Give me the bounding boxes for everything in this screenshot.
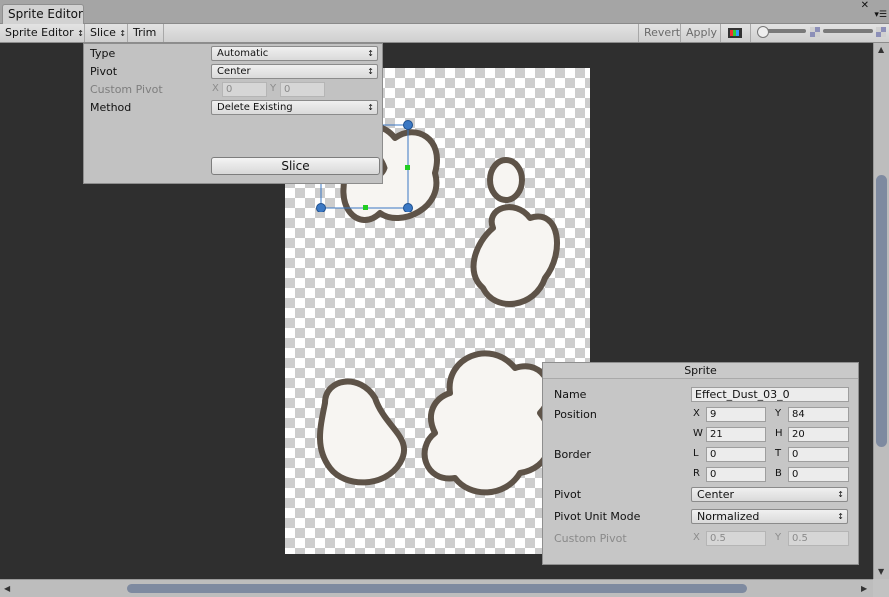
pivot-dropdown[interactable]: Center ↕ — [691, 487, 848, 502]
pivot-handle[interactable] — [363, 205, 368, 210]
position-label: Position — [554, 408, 597, 421]
slice-menu-button[interactable]: Slice ↕ — [85, 24, 128, 42]
w-axis-label: W — [693, 428, 703, 439]
x-field[interactable]: 9 — [706, 407, 766, 422]
method-dropdown[interactable]: Delete Existing ↕ — [211, 100, 378, 115]
pivot-unit-value: Normalized — [697, 510, 760, 523]
custom-pivot-x-field: 0 — [222, 82, 267, 97]
trim-button[interactable]: Trim — [128, 24, 164, 42]
updown-icon: ↕ — [837, 512, 844, 521]
scroll-down-icon[interactable]: ▼ — [878, 567, 884, 576]
resize-handle[interactable] — [316, 203, 326, 213]
pivot-unit-dropdown[interactable]: Normalized ↕ — [691, 509, 848, 524]
sprite-panel-header: Sprite — [543, 363, 858, 379]
custom-x-axis-label: X — [693, 532, 700, 543]
b-axis-label: B — [775, 468, 782, 479]
resize-handle[interactable] — [403, 203, 413, 213]
pivot-dropdown[interactable]: Center ↕ — [211, 64, 378, 79]
type-value: Automatic — [217, 48, 269, 59]
mip-icon — [876, 27, 886, 37]
updown-icon: ↕ — [77, 29, 84, 38]
type-dropdown[interactable]: Automatic ↕ — [211, 46, 378, 61]
slice-button[interactable]: Slice — [211, 157, 380, 175]
updown-icon: ↕ — [367, 103, 374, 112]
vertical-scrollbar[interactable]: ▲ ▼ — [873, 43, 889, 579]
border-r-field[interactable]: 0 — [706, 467, 766, 482]
apply-button[interactable]: Apply — [681, 24, 721, 42]
r-axis-label: R — [693, 468, 700, 479]
mode-dropdown[interactable]: Sprite Editor ↕ — [0, 24, 85, 42]
border-t-field[interactable]: 0 — [788, 447, 849, 462]
rgb-toggle-icon — [728, 28, 742, 38]
revert-button[interactable]: Revert — [638, 24, 681, 42]
tab-sprite-editor[interactable]: Sprite Editor — [2, 4, 84, 24]
scroll-corner — [873, 579, 889, 597]
alpha-icon — [810, 27, 820, 37]
custom-pivot-label: Custom Pivot — [554, 532, 627, 545]
t-axis-label: T — [775, 448, 782, 459]
vertical-scroll-thumb[interactable] — [876, 175, 887, 447]
h-field[interactable]: 20 — [788, 427, 849, 442]
custom-pivot-x-field: 0.5 — [706, 531, 766, 546]
updown-icon: ↕ — [367, 49, 374, 58]
pivot-label: Pivot — [554, 488, 582, 501]
tab-menu-icon[interactable]: ▾☰ — [874, 10, 887, 20]
mip-slider-track[interactable] — [823, 29, 873, 33]
x-axis-label: X — [693, 408, 700, 419]
h-axis-label: H — [775, 428, 783, 439]
custom-pivot-label: Custom Pivot — [90, 83, 163, 96]
custom-pivot-y-axis: Y — [270, 83, 277, 94]
border-l-field[interactable]: 0 — [706, 447, 766, 462]
rgb-toggle-button[interactable] — [721, 24, 751, 42]
updown-icon: ↕ — [837, 490, 844, 499]
sprite-properties-panel: Sprite Name Effect_Dust_03_0 Position X … — [542, 362, 859, 565]
slice-popup: Type Automatic ↕ Pivot Center ↕ Custom P… — [83, 43, 383, 184]
y-axis-label: Y — [775, 408, 782, 419]
l-axis-label: L — [693, 448, 699, 459]
toolbar: Sprite Editor ↕ Slice ↕ Trim Revert Appl… — [0, 24, 889, 43]
y-field[interactable]: 84 — [788, 407, 849, 422]
pivot-value: Center — [217, 66, 251, 77]
custom-pivot-y-field: 0.5 — [788, 531, 849, 546]
border-b-field[interactable]: 0 — [788, 467, 849, 482]
scroll-right-icon[interactable]: ▶ — [861, 584, 867, 593]
slice-menu-label: Slice — [90, 26, 116, 39]
type-label: Type — [90, 47, 116, 60]
pivot-unit-label: Pivot Unit Mode — [554, 510, 641, 523]
horizontal-scrollbar[interactable]: ◀ ▶ — [0, 579, 873, 597]
updown-icon: ↕ — [119, 29, 127, 38]
custom-pivot-y-field: 0 — [280, 82, 325, 97]
name-label: Name — [554, 388, 587, 401]
close-icon[interactable]: ✕ — [861, 0, 869, 11]
horizontal-scroll-thumb[interactable] — [127, 584, 747, 593]
resize-handle[interactable] — [403, 120, 413, 130]
name-field[interactable]: Effect_Dust_03_0 — [691, 387, 849, 402]
zoom-slider-knob[interactable] — [757, 26, 769, 38]
updown-icon: ↕ — [367, 67, 374, 76]
pivot-label: Pivot — [90, 65, 118, 78]
window-tab-bar: Sprite Editor ✕ ▾☰ — [0, 0, 889, 24]
w-field[interactable]: 21 — [706, 427, 766, 442]
border-label: Border — [554, 448, 591, 461]
mode-dropdown-label: Sprite Editor — [5, 26, 74, 39]
scroll-left-icon[interactable]: ◀ — [4, 584, 10, 593]
method-value: Delete Existing — [217, 102, 293, 113]
custom-pivot-x-axis: X — [212, 83, 219, 94]
pivot-value: Center — [697, 488, 735, 501]
edge-handle[interactable] — [405, 165, 410, 170]
custom-y-axis-label: Y — [775, 532, 782, 543]
method-label: Method — [90, 101, 132, 114]
scroll-up-icon[interactable]: ▲ — [878, 45, 884, 54]
